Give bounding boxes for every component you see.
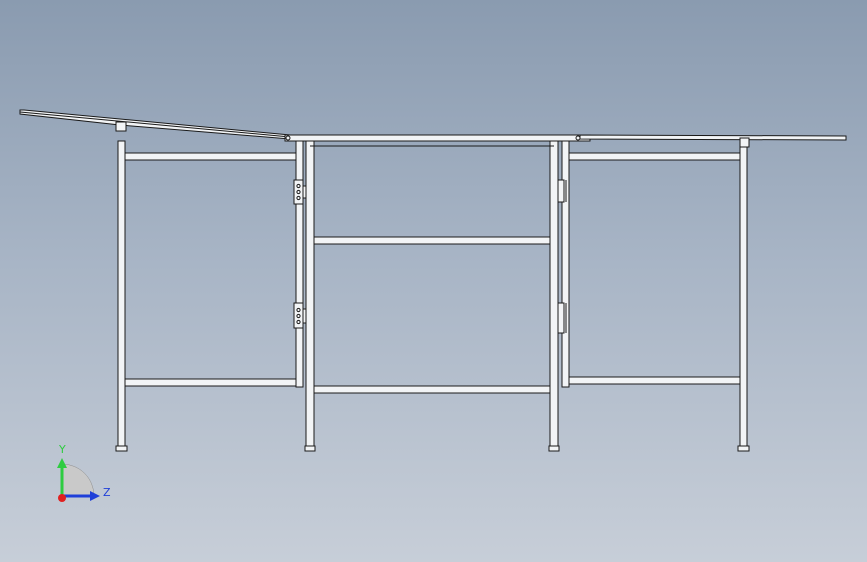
right-upper-hinge[interactable]: [557, 179, 565, 203]
right-frame[interactable]: [557, 140, 750, 452]
center-left-leg[interactable]: [305, 140, 315, 449]
left-inner-post[interactable]: [295, 140, 304, 388]
triad-y-label: Y: [59, 443, 66, 456]
center-bottom-rail[interactable]: [313, 385, 551, 394]
right-bottom-rail[interactable]: [568, 376, 741, 385]
right-leaf[interactable]: [579, 134, 847, 141]
center-frame[interactable]: [304, 140, 560, 452]
left-frame[interactable]: [115, 140, 308, 452]
right-inner-post[interactable]: [561, 140, 570, 388]
triad-plane-icon: [61, 463, 95, 497]
triad-z-label: Z: [103, 486, 111, 499]
left-bottom-rail[interactable]: [124, 378, 297, 387]
right-top-rail[interactable]: [568, 152, 741, 161]
center-middle-rail[interactable]: [313, 236, 551, 245]
left-outer-foot: [115, 445, 128, 452]
center-left-foot: [304, 445, 316, 452]
center-right-foot: [548, 445, 560, 452]
table-frame-model[interactable]: [0, 0, 867, 562]
left-top-rail[interactable]: [124, 152, 297, 161]
z-arrow-icon: [90, 491, 100, 501]
x-axis-icon: [58, 494, 66, 502]
center-right-leg[interactable]: [549, 140, 559, 449]
right-outer-leg[interactable]: [739, 146, 748, 449]
center-top[interactable]: [284, 134, 591, 142]
right-leaf-bracket: [739, 137, 750, 148]
left-leaf-bracket: [115, 121, 127, 132]
coordinate-triad[interactable]: [50, 450, 110, 510]
y-arrow-icon: [57, 458, 67, 468]
right-outer-foot: [737, 445, 750, 452]
right-lower-hinge[interactable]: [557, 302, 565, 334]
left-outer-leg[interactable]: [117, 140, 126, 449]
cad-viewport[interactable]: Y Z: [0, 0, 867, 562]
table-top[interactable]: [19, 109, 847, 148]
